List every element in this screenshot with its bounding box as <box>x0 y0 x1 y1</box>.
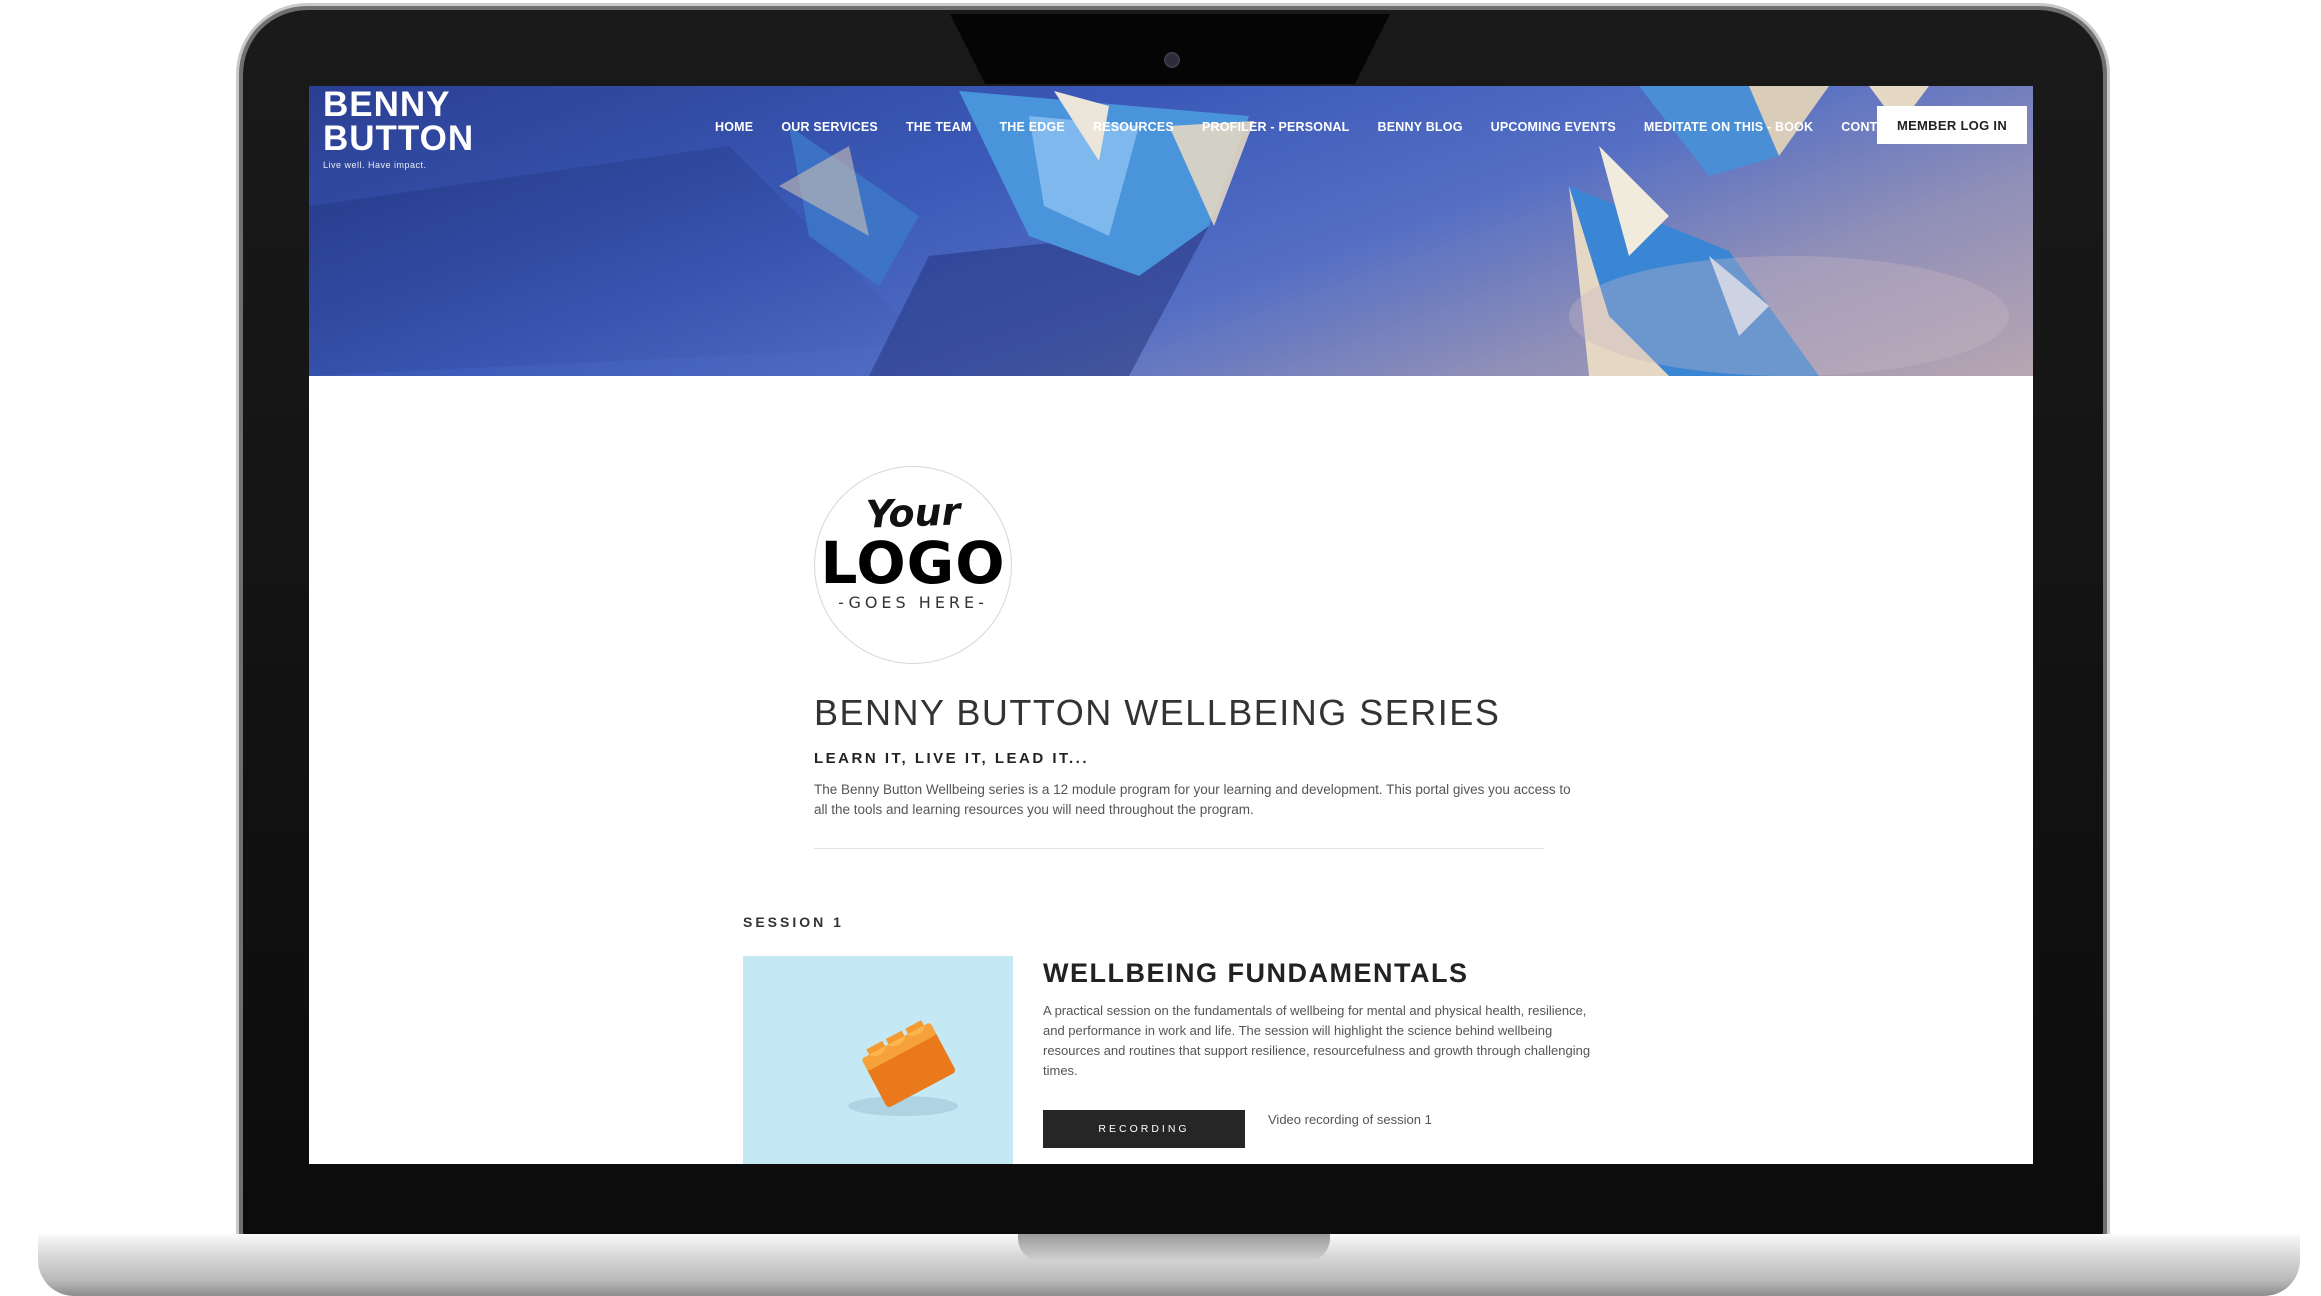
laptop-base-notch <box>1018 1234 1330 1262</box>
hero-banner: BENNY BUTTON Live well. Have impact. HOM… <box>309 86 2033 376</box>
browser-screen: BENNY BUTTON Live well. Have impact. HOM… <box>309 86 2033 1164</box>
series-tagline: LEARN IT, LIVE IT, LEAD IT... <box>814 750 1090 767</box>
session-title: WELLBEING FUNDAMENTALS <box>1043 958 1469 988</box>
member-login-button[interactable]: MEMBER LOG IN <box>1877 106 2027 144</box>
nav-meditate-on-this-book[interactable]: MEDITATE ON THIS - BOOK <box>1644 116 1813 138</box>
nav-profiler-personal[interactable]: PROFILER - PERSONAL <box>1202 116 1350 138</box>
logo-sub-text: -GOES HERE- <box>838 593 988 612</box>
brand-tagline: Live well. Have impact. <box>323 160 427 170</box>
brand-name-line2: BUTTON <box>323 119 475 158</box>
nav-resources[interactable]: RESOURCES <box>1093 116 1174 138</box>
brand-logo[interactable]: BENNY BUTTON Live well. Have impact. <box>323 86 475 170</box>
camera-icon <box>1164 52 1180 68</box>
logo-your-text: Your <box>864 489 962 537</box>
nav-our-services[interactable]: OUR SERVICES <box>781 116 878 138</box>
logo-main-text: LOGO <box>820 529 1006 597</box>
session-description: A practical session on the fundamentals … <box>1043 1003 1591 1078</box>
nav-the-edge[interactable]: THE EDGE <box>999 116 1065 138</box>
page-title: BENNY BUTTON WELLBEING SERIES <box>814 692 1501 733</box>
main-nav: HOME OUR SERVICES THE TEAM THE EDGE RESO… <box>715 116 1931 138</box>
logo-placeholder: Your LOGO -GOES HERE- <box>814 466 1012 664</box>
nav-benny-blog[interactable]: BENNY BLOG <box>1378 116 1463 138</box>
brand-name-line1: BENNY <box>323 86 451 124</box>
divider <box>814 848 1544 849</box>
recording-button[interactable]: RECORDING <box>1043 1110 1245 1148</box>
recording-note: Video recording of session 1 <box>1268 1112 1432 1127</box>
lego-brick-icon <box>848 1020 958 1116</box>
nav-the-team[interactable]: THE TEAM <box>906 116 972 138</box>
nav-home[interactable]: HOME <box>715 116 753 138</box>
session-thumbnail[interactable] <box>743 956 1013 1164</box>
nav-upcoming-events[interactable]: UPCOMING EVENTS <box>1491 116 1616 138</box>
series-description: The Benny Button Wellbeing series is a 1… <box>814 782 1571 817</box>
session-label: SESSION 1 <box>743 914 844 930</box>
camera-notch <box>950 14 1390 84</box>
